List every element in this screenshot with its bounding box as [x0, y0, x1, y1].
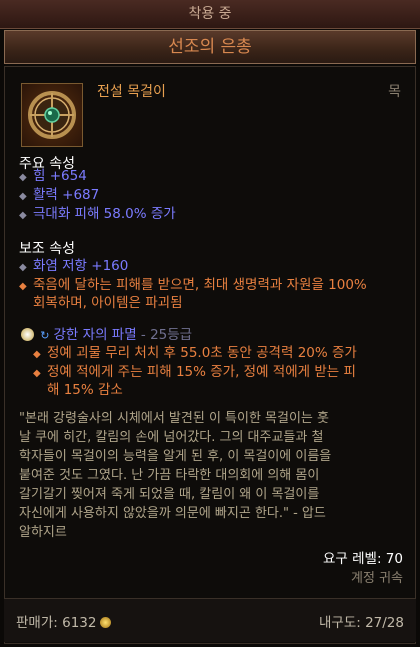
legendary-power-cont: 회복하며, 아이템은 파괴됨: [33, 295, 183, 311]
secondary-stat: ◆ 화염 저항 +160: [19, 257, 128, 277]
primary-stat: ◆ 활력 +687: [19, 186, 99, 206]
item-type-label: 전설 목걸이: [97, 84, 166, 100]
sell-price: 판매가: 6132: [16, 611, 112, 631]
gem-effect: ◆ 정예 적에게 주는 피해 15% 증가, 정예 적에게 받는 피: [33, 363, 356, 383]
gem-socket-icon: [21, 328, 34, 341]
gem-name: 강한 자의 파멸: [53, 327, 137, 343]
item-tooltip-window: 착용 중 선조의 은총 전설 목걸이 목 주요 속성 ◆ 힘 +654 ◆ 활력 +…: [0, 0, 420, 647]
gem-type-icon: ↻: [40, 329, 50, 342]
primary-stat: ◆ 극대화 피해 58.0% 증가: [19, 205, 176, 225]
item-name-title: 선조의 은총: [4, 30, 416, 64]
durability: 내구도: 27/28: [318, 615, 404, 631]
equipped-banner: 착용 중: [0, 0, 420, 29]
bullet-icon: ◆: [19, 210, 27, 221]
tooltip-footer: 판매가: 6132 내구도: 27/28: [4, 598, 416, 642]
bullet-icon: ◆: [33, 368, 41, 379]
amulet-icon: [21, 83, 83, 147]
gem-effect-cont: 해 15% 감소: [47, 382, 123, 398]
gold-coin-icon: [100, 617, 112, 628]
account-bound-label: 계정 귀속: [351, 571, 403, 586]
legendary-gem-line: ↻ 강한 자의 파멸 - 25등급: [21, 323, 192, 343]
secondary-heading: 보조 속성: [19, 241, 75, 257]
gem-rank: - 25등급: [136, 327, 193, 343]
bullet-icon: ◆: [33, 349, 41, 360]
amulet-graphic: [28, 91, 76, 139]
bullet-icon: ◆: [19, 262, 27, 273]
bullet-icon: ◆: [19, 172, 27, 183]
item-slot-label: 목: [388, 84, 401, 100]
flavor-text: "본래 강령술사의 시체에서 발견된 이 특이한 목걸이는 훗 날 쿠에 히간,…: [19, 411, 332, 540]
primary-stat: ◆ 힘 +654: [19, 167, 87, 187]
bullet-icon: ◆: [19, 191, 27, 202]
required-level: 요구 레벨: 70: [323, 551, 403, 567]
legendary-power: ◆ 죽음에 달하는 피해를 받으면, 최대 생명력과 자원을 100%: [19, 276, 367, 296]
bullet-icon: ◆: [19, 281, 27, 292]
gem-effect: ◆ 정예 괴물 무리 처치 후 55.0초 동안 공격력 20% 증가: [33, 344, 357, 364]
tooltip-body: 전설 목걸이 목 주요 속성 ◆ 힘 +654 ◆ 활력 +687 ◆ 극대화 피해 …: [4, 66, 416, 644]
